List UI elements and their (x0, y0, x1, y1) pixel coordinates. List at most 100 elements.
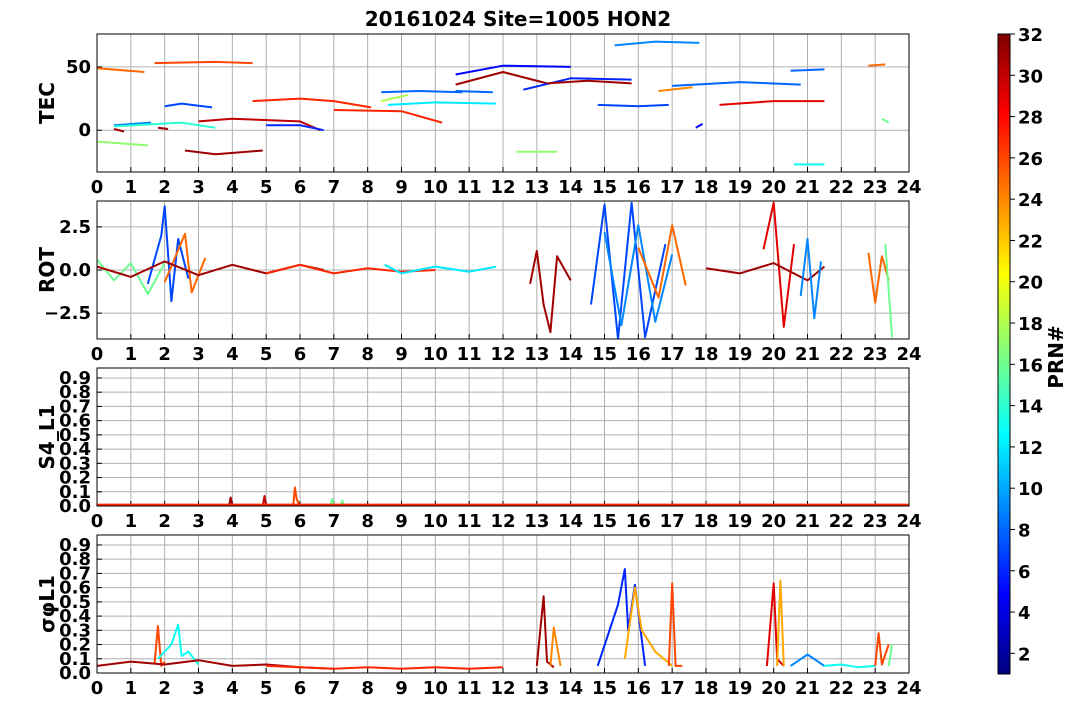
series-line-prn-8 (381, 90, 463, 94)
series-line-prn-31 (705, 262, 826, 282)
x-tick-label: 21 (795, 678, 820, 699)
colorbar-label: PRN# (1044, 325, 1068, 389)
y-axis-label: TEC (35, 82, 59, 124)
x-tick-label: 15 (592, 177, 617, 198)
x-tick-label: 7 (328, 344, 341, 365)
x-tick-label: 19 (727, 177, 752, 198)
series-line-prn-25 (868, 63, 886, 67)
y-tick-label: 2.5 (59, 217, 91, 238)
series-line-prn-8 (455, 90, 493, 94)
x-tick-label: 10 (423, 344, 448, 365)
x-tick-label: 3 (192, 177, 205, 198)
x-tick-label: 5 (260, 344, 273, 365)
series-line-prn-31 (529, 250, 572, 334)
x-tick-label: 8 (361, 177, 374, 198)
x-tick-label: 17 (660, 177, 685, 198)
series-line-prn-12 (387, 101, 497, 106)
y-tick-label: 0.9 (59, 535, 91, 556)
series-line-prn-7 (164, 102, 213, 109)
x-tick-label: 23 (863, 344, 888, 365)
x-tick-label: 18 (693, 344, 718, 365)
series-line-prn-30 (198, 117, 321, 132)
x-tick-label: 24 (896, 678, 921, 699)
colorbar-tick-label: 8 (1018, 520, 1031, 541)
series-line-prn-29 (719, 100, 825, 106)
colorbar-gradient (997, 33, 1011, 675)
x-tick-label: 20 (761, 511, 786, 532)
series-line-prn-31 (113, 128, 125, 133)
series-group (97, 40, 890, 166)
x-tick-label: 12 (490, 344, 515, 365)
x-tick-label: 16 (626, 678, 651, 699)
y-tick-label: 0 (78, 120, 91, 141)
series-line-prn-26 (154, 60, 253, 65)
x-tick-label: 6 (294, 678, 307, 699)
series-line-prn-23 (776, 579, 785, 666)
x-tick-label: 0 (91, 511, 104, 532)
x-tick-label: 2 (158, 678, 171, 699)
y-axis-label: S4_L1 (35, 405, 59, 470)
prn-colorbar: 2468101214161820222426283032PRN# (997, 25, 1068, 675)
x-tick-label: 11 (457, 511, 482, 532)
colorbar-tick-label: 2 (1018, 644, 1031, 665)
x-tick-label: 14 (558, 344, 583, 365)
series-line-prn-8 (790, 68, 825, 72)
x-tick-label: 6 (294, 511, 307, 532)
colorbar-tick-label: 14 (1018, 397, 1043, 418)
colorbar-tick-label: 20 (1018, 273, 1043, 294)
x-tick-label: 22 (829, 511, 854, 532)
chart-title: 20161024 Site=1005 HON2 (365, 7, 671, 31)
x-tick-label: 13 (524, 344, 549, 365)
y-tick-label: 50 (66, 57, 91, 78)
x-tick-label: 14 (558, 511, 583, 532)
x-tick-label: 12 (490, 511, 515, 532)
x-tick-label: 16 (626, 177, 651, 198)
panels: 0 1 2 3 4 5 6 7 8 9 10 11 12 13 14 15 16 17 18 19 20 21 22 23 24… (35, 33, 922, 699)
x-tick-label: 13 (524, 511, 549, 532)
x-tick-label: 14 (558, 678, 583, 699)
x-tick-label: 7 (328, 511, 341, 532)
colorbar-tick-label: 32 (1018, 25, 1043, 46)
x-tick-label: 0 (91, 177, 104, 198)
series-line-prn-27 (252, 97, 372, 109)
x-tick-label: 22 (829, 344, 854, 365)
series-line-prn-16 (884, 244, 894, 338)
x-tick-label: 22 (829, 678, 854, 699)
series-line-prn-26 (874, 632, 890, 667)
y-tick-label: −2.5 (44, 303, 91, 324)
x-tick-label: 11 (457, 678, 482, 699)
x-tick-label: 17 (660, 344, 685, 365)
colorbar-tick-label: 22 (1018, 231, 1043, 252)
x-tick-label: 11 (457, 177, 482, 198)
series-line-prn-24 (658, 86, 693, 92)
x-tick-label: 21 (795, 511, 820, 532)
x-tick-label: 15 (592, 678, 617, 699)
x-tick-label: 20 (761, 678, 786, 699)
x-tick-label: 21 (795, 177, 820, 198)
series-line-prn-8 (672, 81, 801, 87)
panel-3: 0 1 2 3 4 5 6 7 8 9 10 11 12 13 14 15 16 17 18 19 20 21 22 23 24… (35, 367, 922, 532)
colorbar-tick-label: 30 (1018, 66, 1043, 87)
x-tick-label: 5 (260, 177, 273, 198)
x-tick-label: 10 (423, 511, 448, 532)
x-tick-label: 19 (727, 511, 752, 532)
series-line-prn-26 (153, 625, 166, 667)
x-tick-label: 1 (125, 344, 138, 365)
series-line-prn-6 (523, 77, 632, 91)
x-tick-label: 20 (761, 344, 786, 365)
colorbar-tick-label: 24 (1018, 190, 1043, 211)
colorbar-tick-label: 28 (1018, 108, 1043, 129)
x-tick-label: 3 (192, 511, 205, 532)
series-line-prn-27 (333, 109, 443, 124)
colorbar-tick-label: 16 (1018, 355, 1043, 376)
x-tick-label: 2 (158, 177, 171, 198)
x-tick-label: 4 (226, 177, 239, 198)
x-tick-label: 8 (361, 511, 374, 532)
x-tick-label: 2 (158, 511, 171, 532)
series-line-prn-9 (799, 237, 822, 320)
series-line-prn-7 (597, 103, 669, 108)
x-tick-label: 18 (693, 177, 718, 198)
x-tick-label: 13 (524, 678, 549, 699)
series-group (97, 568, 894, 670)
x-tick-label: 16 (626, 344, 651, 365)
